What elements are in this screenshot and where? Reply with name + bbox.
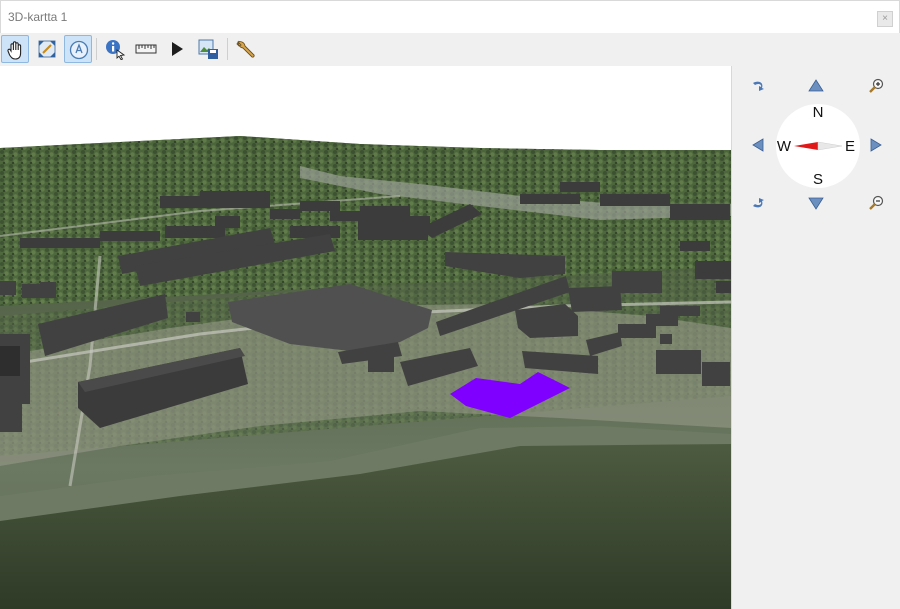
compass-rose[interactable]: N S E W <box>776 104 860 188</box>
zoom-full-button[interactable] <box>33 35 61 63</box>
arrow-right-icon <box>870 138 882 152</box>
tilt-down-button[interactable] <box>808 195 824 211</box>
measure-button[interactable] <box>132 35 160 63</box>
save-image-button[interactable] <box>194 35 222 63</box>
terrain-scene <box>0 66 731 609</box>
close-button[interactable]: × <box>877 11 893 27</box>
rotate-ccw-icon <box>753 81 764 91</box>
compass-needle-icon <box>794 141 843 151</box>
rotate-left-button[interactable] <box>750 78 766 94</box>
toolbar-separator <box>96 38 97 60</box>
camera-rotate-icon <box>69 40 89 60</box>
identify-icon <box>106 40 126 60</box>
zoom-out-icon <box>869 195 884 210</box>
zoom-out-button[interactable] <box>868 195 884 211</box>
play-animation-icon <box>172 42 183 56</box>
pan-tool-button[interactable] <box>1 35 29 63</box>
map-toolbar <box>0 33 900 66</box>
rotate-cw-icon <box>753 198 764 208</box>
compass-south-label: S <box>812 171 823 188</box>
zoom-in-icon <box>869 78 884 93</box>
save-image-icon <box>198 39 218 59</box>
zoom-full-extent-icon <box>38 40 56 58</box>
tilt-up-button[interactable] <box>808 78 824 94</box>
configure-wrench-icon <box>236 40 255 58</box>
window-title: 3D-kartta 1 <box>8 10 68 24</box>
arrow-up-icon <box>808 79 824 92</box>
navigation-panel: N S E W <box>731 66 900 609</box>
camera-control-button[interactable] <box>64 35 92 63</box>
toolbar-separator <box>227 38 228 60</box>
identify-button[interactable] <box>101 35 129 63</box>
map-3d-canvas[interactable] <box>0 66 731 609</box>
pan-right-button[interactable] <box>868 137 884 153</box>
arrow-down-icon <box>808 197 824 210</box>
compass-north-label: N <box>812 104 824 121</box>
configure-button[interactable] <box>231 35 259 63</box>
rotate-right-button[interactable] <box>750 195 766 211</box>
zoom-in-button[interactable] <box>868 78 884 94</box>
measure-line-icon <box>135 44 157 54</box>
pan-left-button[interactable] <box>750 137 766 153</box>
arrow-left-icon <box>752 138 764 152</box>
animation-button[interactable] <box>163 35 191 63</box>
pan-hand-icon <box>7 41 22 60</box>
window-titlebar: 3D-kartta 1 × <box>0 0 900 33</box>
